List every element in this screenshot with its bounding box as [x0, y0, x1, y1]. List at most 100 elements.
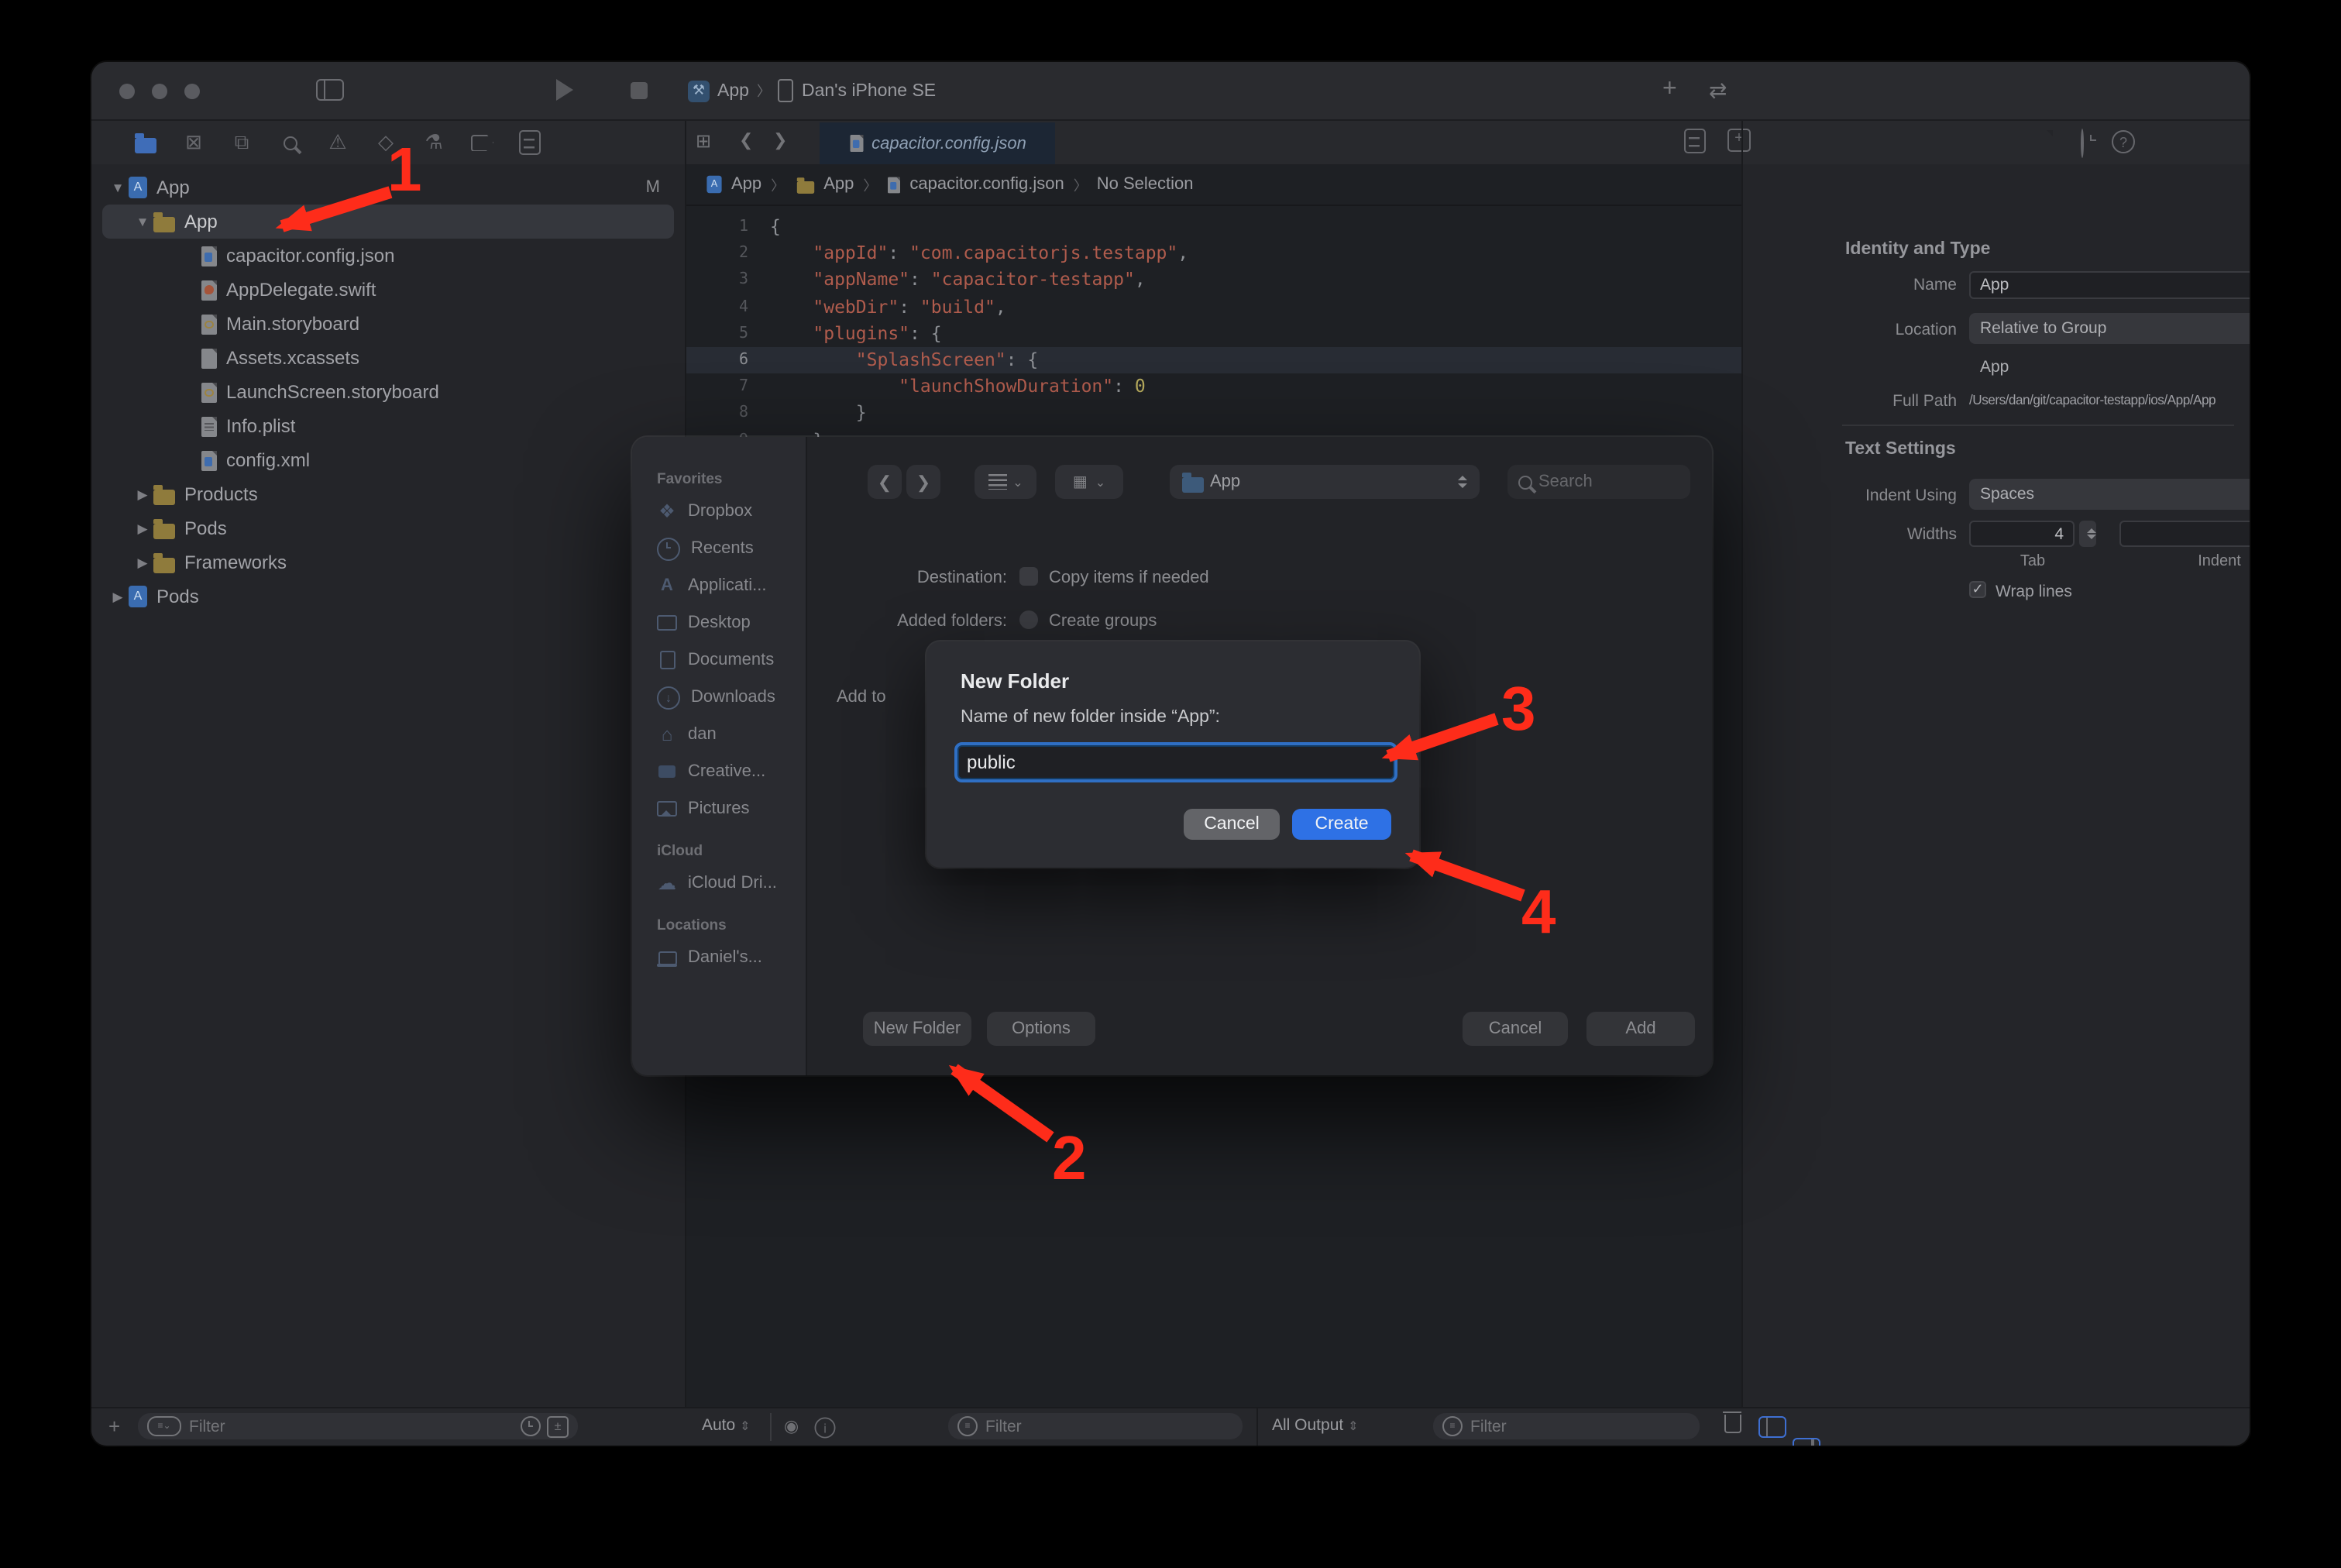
chevron-right-icon[interactable]: ▶: [132, 520, 153, 537]
toggle-navigator-icon[interactable]: [316, 79, 344, 101]
wrap-lines-checkbox[interactable]: ✓: [1969, 581, 1986, 598]
symbol-navigator-icon[interactable]: ⧉: [222, 126, 262, 160]
sidebar-section-label: iCloud: [632, 843, 806, 865]
sidebar-item-dropbox[interactable]: ❖Dropbox: [632, 493, 806, 530]
dialog-forward-button[interactable]: ❯: [906, 465, 940, 499]
tree-item-frameworks[interactable]: ▶Frameworks: [91, 545, 685, 579]
minimize-button[interactable]: [152, 84, 167, 99]
back-icon[interactable]: ❮: [739, 130, 753, 150]
breadcrumb-group[interactable]: App: [823, 175, 854, 194]
console-view-selector[interactable]: All Output ⇕: [1272, 1416, 1358, 1435]
dialog-cancel-button[interactable]: Cancel: [1463, 1012, 1568, 1046]
scm-filter-icon[interactable]: ±: [547, 1415, 569, 1437]
editor-grid-icon[interactable]: ⊞: [696, 130, 711, 152]
forward-icon[interactable]: ❯: [773, 130, 787, 150]
indent-using-dropdown[interactable]: Spaces: [1969, 479, 2250, 510]
icon-view-button[interactable]: ▦⌄: [1055, 465, 1123, 499]
library-icon[interactable]: ⇄: [1709, 77, 1727, 104]
trash-icon[interactable]: [1724, 1415, 1741, 1433]
report-navigator-icon[interactable]: [510, 126, 550, 160]
sidebar-item-documents[interactable]: Documents: [632, 641, 806, 679]
dialog-search-field[interactable]: Search: [1507, 465, 1690, 499]
variables-view-selector[interactable]: Auto ⇕: [702, 1416, 750, 1435]
add-button-icon[interactable]: +: [1662, 76, 1677, 104]
tab-width-field[interactable]: 4: [1969, 521, 2075, 547]
sidebar-item-label: iCloud Dri...: [688, 874, 777, 892]
sidebar-item-downloads[interactable]: ↓Downloads: [632, 679, 806, 716]
new-folder-button[interactable]: New Folder: [863, 1012, 971, 1046]
stop-button[interactable]: [631, 82, 648, 99]
sidebar-item-applicati-[interactable]: AApplicati...: [632, 567, 806, 604]
sheet-create-button[interactable]: Create: [1292, 809, 1391, 840]
indent-width-field[interactable]: 4: [2119, 521, 2250, 547]
zoom-button[interactable]: [184, 84, 200, 99]
dialog-back-button[interactable]: ❮: [868, 465, 902, 499]
chevron-right-icon[interactable]: ▶: [107, 588, 129, 605]
folder-name-input[interactable]: [957, 750, 1394, 775]
tree-item-main-storyboard[interactable]: Main.storyboard: [91, 307, 685, 341]
tree-item-pods[interactable]: ▶Pods: [91, 579, 685, 614]
list-view-button[interactable]: ⌄: [975, 465, 1036, 499]
tree-item-assets-xcassets[interactable]: Assets.xcassets: [91, 341, 685, 375]
breadcrumb-file[interactable]: capacitor.config.json: [909, 175, 1064, 194]
sidebar-item-pictures[interactable]: Pictures: [632, 790, 806, 827]
add-editor-icon[interactable]: +: [1727, 129, 1751, 152]
name-field[interactable]: App: [1969, 271, 2250, 299]
tree-item-launchscreen-storyboard[interactable]: LaunchScreen.storyboard: [91, 375, 685, 409]
sidebar-item-dan[interactable]: ⌂dan: [632, 716, 806, 753]
sheet-cancel-button[interactable]: Cancel: [1184, 809, 1280, 840]
sidebar-item-label: Recents: [691, 539, 754, 558]
tree-item-capacitor-config-json[interactable]: capacitor.config.json: [91, 239, 685, 273]
chevron-right-icon[interactable]: ▶: [132, 554, 153, 571]
sidebar-item-recents[interactable]: Recents: [632, 530, 806, 567]
variables-filter[interactable]: ≡ Filter: [948, 1413, 1243, 1439]
options-button[interactable]: Options: [987, 1012, 1095, 1046]
code-editor[interactable]: 1{2 "appId": "com.capacitorjs.testapp",3…: [686, 214, 1834, 453]
location-dropdown[interactable]: App: [1170, 465, 1480, 499]
sidebar-item-desktop[interactable]: Desktop: [632, 604, 806, 641]
copy-items-checkbox[interactable]: [1019, 567, 1038, 586]
tree-item-app[interactable]: ▼App: [91, 205, 685, 239]
create-groups-radio[interactable]: [1019, 610, 1038, 629]
sidebar-item-icloud-dri-[interactable]: ☁iCloud Dri...: [632, 865, 806, 902]
history-inspector-icon[interactable]: [2081, 130, 2084, 158]
eye-icon[interactable]: ◉: [784, 1416, 799, 1436]
scheme-selector[interactable]: ⚒ App 〉 Dan's iPhone SE: [688, 79, 936, 102]
info-icon[interactable]: i: [815, 1418, 836, 1439]
line-number: 5: [686, 321, 770, 347]
quick-help-inspector-icon[interactable]: ?: [2112, 130, 2135, 158]
add-item-icon[interactable]: +: [108, 1415, 120, 1438]
divider[interactable]: [1741, 121, 1743, 1446]
find-navigator-icon[interactable]: [270, 126, 310, 160]
toggle-variables-icon[interactable]: [1758, 1416, 1786, 1438]
dialog-add-button[interactable]: Add: [1586, 1012, 1695, 1046]
annotation-number-2: 2: [1052, 1125, 1087, 1195]
project-navigator-icon[interactable]: [125, 126, 166, 160]
recent-files-icon[interactable]: [521, 1416, 541, 1436]
sidebar-item-creative-[interactable]: Creative...: [632, 753, 806, 790]
chevron-right-icon[interactable]: ▶: [132, 486, 153, 503]
source-control-navigator-icon[interactable]: ⊠: [174, 126, 214, 160]
breadcrumb-selection[interactable]: No Selection: [1097, 175, 1194, 194]
close-button[interactable]: [119, 84, 135, 99]
tree-item-appdelegate-swift[interactable]: AppDelegate.swift: [91, 273, 685, 307]
tree-item-info-plist[interactable]: Info.plist: [91, 409, 685, 443]
tree-item-products[interactable]: ▶Products: [91, 477, 685, 511]
code-review-icon[interactable]: [1684, 129, 1706, 153]
breakpoint-navigator-icon[interactable]: [462, 126, 502, 160]
issue-navigator-icon[interactable]: ⚠: [318, 126, 358, 160]
breadcrumb-project[interactable]: App: [731, 175, 761, 194]
console-filter[interactable]: ≡ Filter: [1433, 1413, 1700, 1439]
run-button[interactable]: [556, 79, 573, 101]
tree-item-config-xml[interactable]: config.xml: [91, 443, 685, 477]
chevron-down-icon[interactable]: ▼: [132, 214, 153, 229]
sidebar-item-daniel-s-[interactable]: Daniel's...: [632, 939, 806, 976]
navigator-filter[interactable]: ≡⌄ Filter ±: [138, 1413, 578, 1439]
chevron-down-icon[interactable]: ▼: [107, 180, 129, 195]
divider: [1842, 425, 2234, 426]
tab-width-stepper[interactable]: [2079, 521, 2096, 547]
toggle-console-icon[interactable]: [1793, 1438, 1820, 1446]
editor-tab[interactable]: capacitor.config.json: [820, 122, 1055, 164]
tree-item-pods[interactable]: ▶Pods: [91, 511, 685, 545]
location-dropdown[interactable]: Relative to Group: [1969, 313, 2250, 344]
